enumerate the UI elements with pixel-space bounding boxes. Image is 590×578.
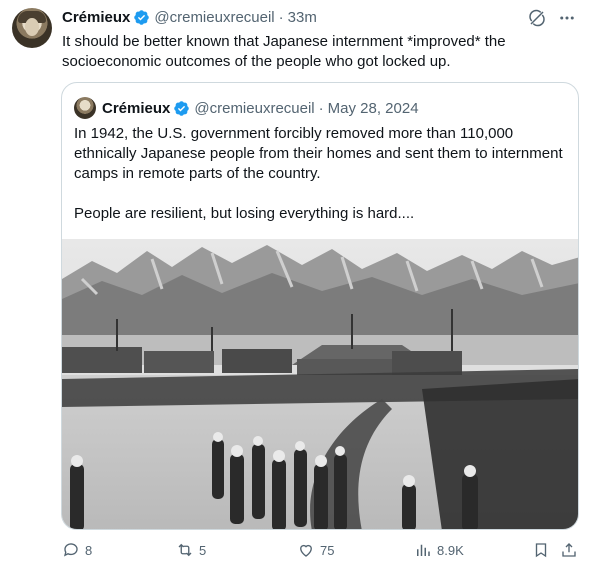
share-button[interactable]	[560, 541, 578, 559]
like-button[interactable]: 75	[297, 541, 334, 559]
bookmark-icon	[535, 543, 547, 558]
quote-paragraph-2: People are resilient, but losing everyth…	[74, 205, 415, 222]
like-count: 75	[320, 542, 335, 558]
internment-camp-photo[interactable]	[62, 239, 579, 530]
grok-icon[interactable]	[528, 9, 546, 27]
quote-date: May 28, 2024	[327, 99, 419, 117]
repost-button[interactable]: 5	[176, 541, 206, 559]
quote-paragraph-1: In 1942, the U.S. government forcibly re…	[74, 125, 563, 182]
reply-icon	[63, 543, 78, 557]
quote-header: Crémieux @cremieuxrecueil · May 28, 2024	[74, 97, 419, 119]
share-icon	[562, 543, 576, 557]
top-actions	[528, 9, 576, 27]
tweet-header: Crémieux @cremieuxrecueil · 33m	[62, 9, 317, 26]
verified-badge-icon	[174, 100, 190, 116]
like-icon	[300, 544, 312, 557]
action-bar: 8 5 75 8.9K	[62, 541, 582, 563]
quote-text: In 1942, the U.S. government forcibly re…	[74, 124, 564, 224]
quote-author-handle: @cremieuxrecueil	[194, 99, 315, 117]
separator-dot: ·	[318, 99, 324, 117]
views-icon	[417, 544, 430, 556]
quote-author-avatar	[74, 97, 96, 119]
more-icon[interactable]	[558, 9, 576, 27]
views-button[interactable]: 8.9K	[414, 541, 464, 559]
repost-count: 5	[199, 542, 207, 558]
author-name[interactable]: Crémieux	[62, 9, 130, 26]
reply-button[interactable]: 8	[62, 541, 92, 559]
tweet-text: It should be better known that Japanese …	[62, 33, 506, 70]
repost-icon	[178, 543, 192, 557]
quote-author-name: Crémieux	[102, 99, 171, 117]
author-avatar[interactable]	[12, 8, 52, 48]
verified-badge-icon	[134, 10, 150, 25]
reply-count: 8	[85, 542, 93, 558]
author-handle[interactable]: @cremieuxrecueil	[154, 9, 274, 26]
views-count: 8.9K	[437, 542, 464, 558]
quoted-tweet[interactable]: Crémieux @cremieuxrecueil · May 28, 2024…	[61, 82, 579, 530]
bookmark-button[interactable]	[532, 541, 550, 559]
post-time[interactable]: 33m	[288, 9, 317, 26]
separator-dot: ·	[278, 9, 284, 26]
